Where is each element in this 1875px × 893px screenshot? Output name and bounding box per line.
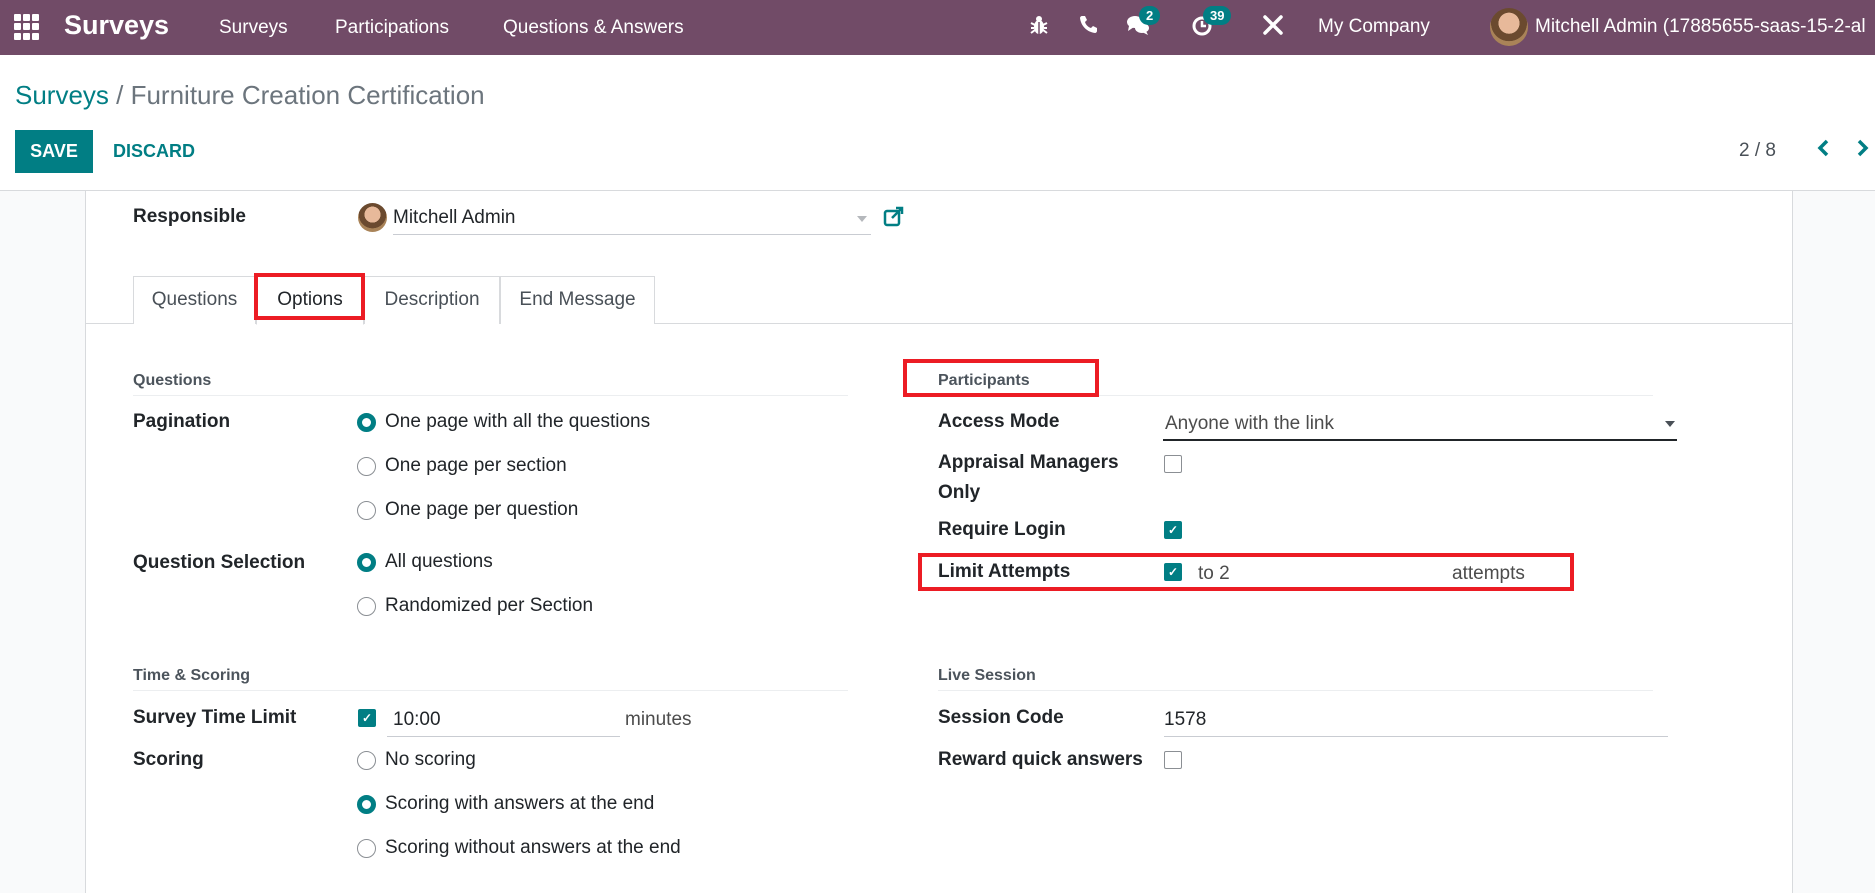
save-button[interactable]: SAVE [15,130,93,173]
scoring-radio-without-answers[interactable] [357,839,376,858]
time-limit-unit: minutes [625,709,692,730]
pagination-radio-question[interactable] [357,501,376,520]
participants-section-line [938,395,1653,396]
pager-next-button[interactable] [1850,136,1875,164]
session-code-input[interactable]: 1578 [1164,709,1206,731]
survey-time-limit-label: Survey Time Limit [133,707,297,728]
participants-section-title: Participants [938,372,1030,389]
access-mode-select[interactable]: Anyone with the link [1165,413,1334,435]
app-brand[interactable]: Surveys [64,10,169,41]
time-limit-underline [387,736,620,737]
scoring-radio-none[interactable] [357,751,376,770]
chevron-right-icon [1857,139,1869,157]
access-mode-label: Access Mode [938,411,1060,432]
menu-participations[interactable]: Participations [335,17,449,39]
breadcrumb-separator: / [108,80,131,110]
external-link-icon[interactable] [883,206,905,233]
pagination-radio-all[interactable] [357,413,376,432]
limit-attempts-input[interactable]: to 2 [1198,563,1230,585]
scoring-radio-with-answers[interactable] [357,795,376,814]
selection-option-all[interactable]: All questions [385,551,493,573]
responsible-label: Responsible [133,206,246,227]
scoring-option-with-answers[interactable]: Scoring with answers at the end [385,793,654,815]
session-code-underline [1164,736,1668,737]
menu-surveys[interactable]: Surveys [219,17,288,39]
responsible-underline [393,234,871,235]
limit-attempts-checkbox[interactable]: ✓ [1164,563,1182,581]
tab-description[interactable]: Description [364,276,500,324]
questions-section-line [133,395,848,396]
session-code-label: Session Code [938,707,1064,728]
responsible-field[interactable]: Mitchell Admin [393,207,516,229]
scoring-label: Scoring [133,749,204,770]
apps-menu-icon[interactable] [14,14,40,40]
clock-icon[interactable]: 39 [1189,6,1232,40]
activities-count-badge: 39 [1203,6,1232,25]
survey-time-limit-input[interactable]: 10:00 [393,709,441,731]
live-session-section-title: Live Session [938,667,1036,684]
chevron-left-icon [1817,139,1829,157]
selection-option-randomized[interactable]: Randomized per Section [385,595,593,617]
appraisal-label-line2: Only [938,482,981,503]
access-mode-underline [1163,439,1677,441]
pagination-option-all[interactable]: One page with all the questions [385,411,650,433]
pager-value[interactable]: 2 / 8 [1739,140,1776,162]
time-scoring-section-line [133,690,848,691]
reward-quick-answers-checkbox[interactable] [1164,751,1182,769]
survey-time-limit-checkbox[interactable]: ✓ [358,709,376,727]
tab-options[interactable]: Options [256,276,364,325]
user-menu[interactable]: Mitchell Admin (17885655-saas-15-2-al [1535,16,1866,38]
menu-questions-answers[interactable]: Questions & Answers [503,17,684,39]
limit-attempts-unit: attempts [1452,563,1525,584]
top-navbar: Surveys Surveys Participations Questions… [0,0,1875,55]
require-login-checkbox[interactable]: ✓ [1164,521,1182,539]
scoring-option-without-answers[interactable]: Scoring without answers at the end [385,837,681,859]
require-login-label: Require Login [938,519,1066,540]
access-mode-caret-icon[interactable] [1665,421,1675,427]
live-session-section-line [938,690,1653,691]
appraisal-managers-checkbox[interactable] [1164,455,1182,473]
selection-radio-randomized[interactable] [357,597,376,616]
breadcrumb-current: Furniture Creation Certification [130,80,485,110]
pagination-radio-section[interactable] [357,457,376,476]
responsible-dropdown-caret-icon[interactable] [857,216,867,222]
tab-questions[interactable]: Questions [133,276,256,324]
pager-previous-button[interactable] [1810,136,1836,164]
breadcrumb: Surveys / Furniture Creation Certificati… [15,80,485,111]
pagination-label: Pagination [133,411,231,432]
tools-icon[interactable] [1260,14,1286,40]
user-avatar[interactable] [1490,8,1528,46]
bug-icon[interactable] [1026,14,1052,40]
pagination-option-question[interactable]: One page per question [385,499,578,521]
time-scoring-section-title: Time & Scoring [133,667,251,684]
appraisal-label-line1: Appraisal Managers [938,452,1119,473]
discard-button[interactable]: DISCARD [101,130,208,173]
chat-icon[interactable]: 2 [1125,6,1161,40]
phone-icon[interactable] [1075,14,1101,40]
reward-quick-answers-label: Reward quick answers [938,749,1143,770]
company-switcher[interactable]: My Company [1318,16,1430,38]
messages-count-badge: 2 [1139,6,1161,25]
pagination-option-section[interactable]: One page per section [385,455,567,477]
responsible-avatar [358,203,387,232]
tab-end-message[interactable]: End Message [500,276,655,324]
selection-radio-all[interactable] [357,553,376,572]
scoring-option-none[interactable]: No scoring [385,749,476,771]
questions-section-title: Questions [133,372,212,389]
question-selection-label: Question Selection [133,552,306,573]
breadcrumb-surveys-link[interactable]: Surveys [15,80,109,110]
limit-attempts-label: Limit Attempts [938,561,1071,582]
